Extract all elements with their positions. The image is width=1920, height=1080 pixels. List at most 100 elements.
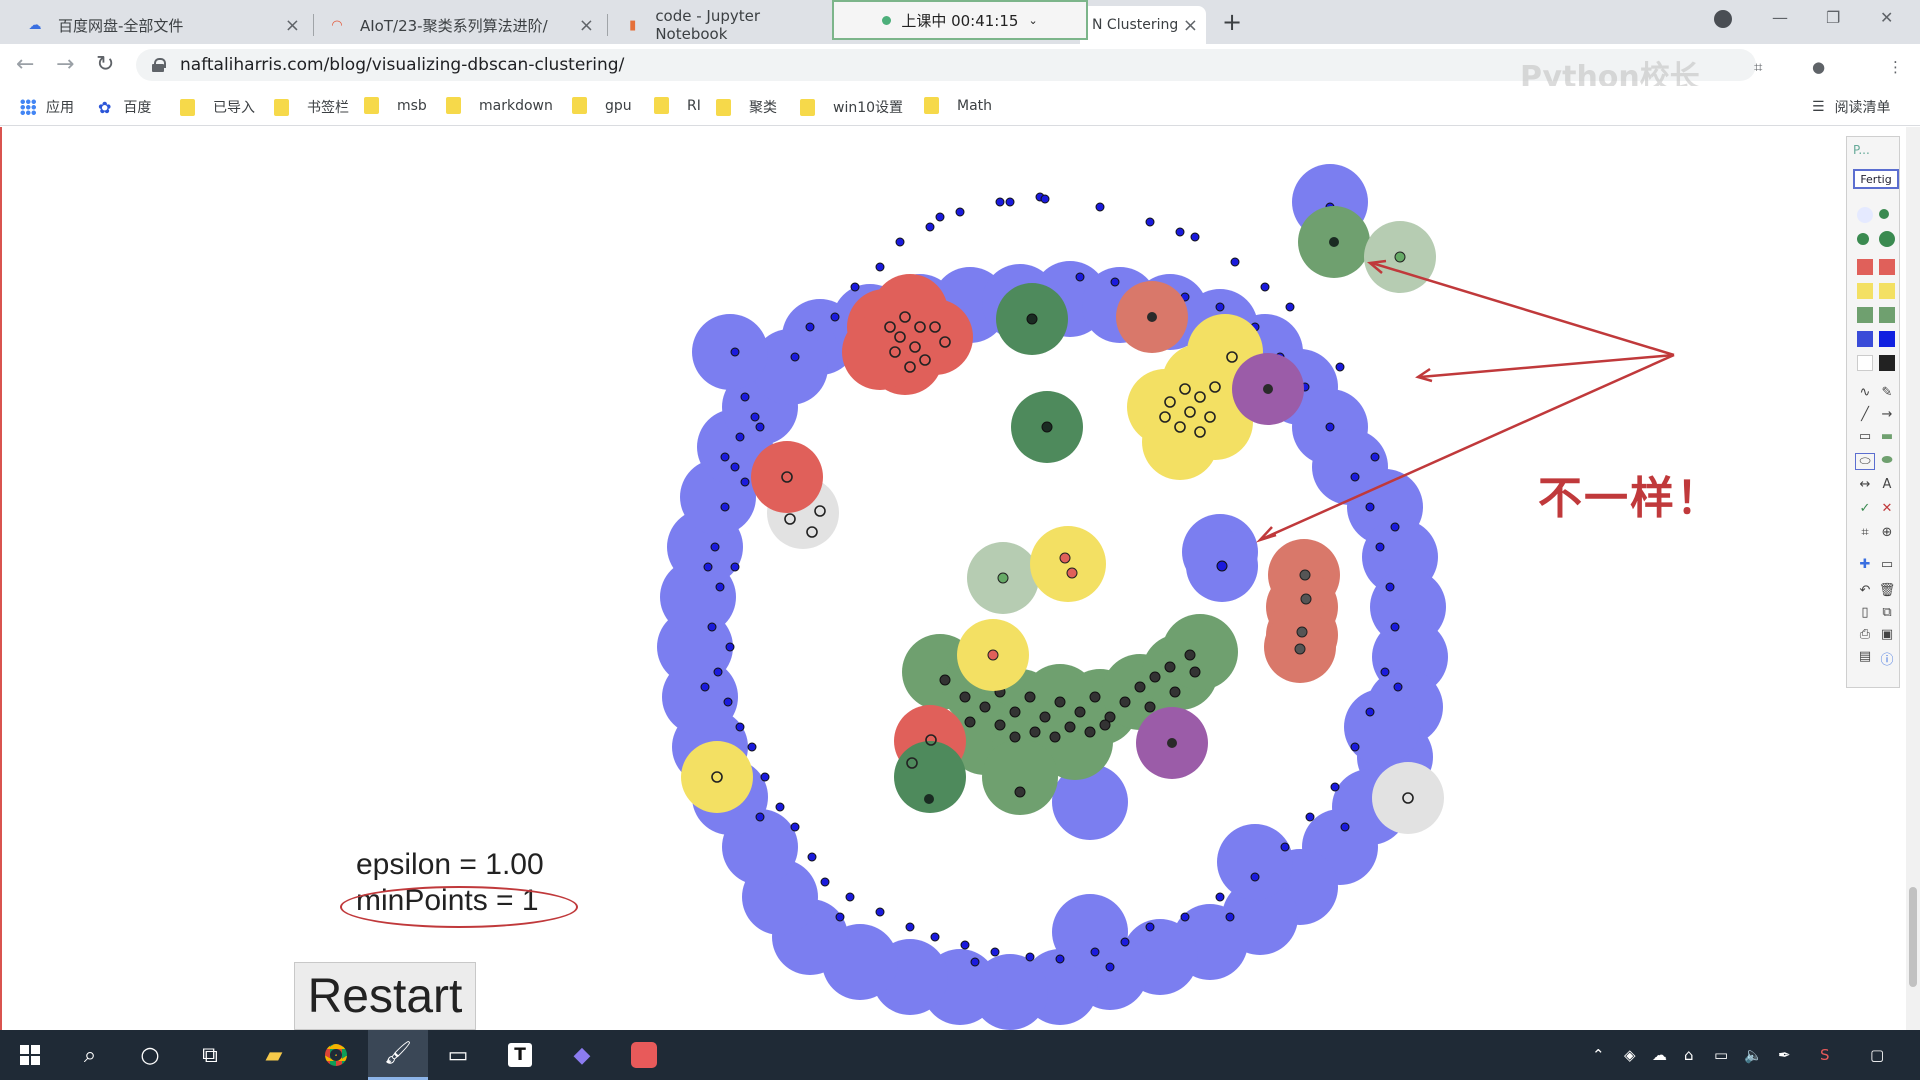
account-icon[interactable]: ● xyxy=(1812,58,1825,76)
medium-dot-icon[interactable] xyxy=(1857,233,1869,245)
eraser-icon[interactable]: ✎ xyxy=(1877,385,1897,400)
rectangle-icon[interactable]: ▭ xyxy=(1855,429,1875,444)
tab-baidu-cloud[interactable]: ☁ 百度网盘-全部文件 × xyxy=(14,6,314,44)
copy-icon[interactable]: ⧉ xyxy=(1877,605,1897,620)
move-icon[interactable]: ✚ xyxy=(1855,557,1875,572)
translate-icon[interactable]: ⌗ xyxy=(1754,58,1762,76)
baidu-paw-icon: ✿ xyxy=(98,97,112,117)
bookmark-apps[interactable]: 应用 xyxy=(20,97,74,117)
task-view-icon[interactable]: ⧉ xyxy=(180,1030,240,1080)
cortana-icon[interactable]: ○ xyxy=(120,1030,180,1080)
screenshot-icon[interactable]: ▤ xyxy=(1855,649,1875,664)
bookmark-folder[interactable]: RI xyxy=(654,97,701,114)
text-tool-icon[interactable]: A xyxy=(1877,477,1897,492)
cluster-salmon-right xyxy=(1264,539,1340,683)
ime-icon[interactable]: S xyxy=(1820,1046,1830,1064)
volume-icon[interactable]: 🔈 xyxy=(1744,1046,1763,1064)
ellipse-icon[interactable]: ⬭ xyxy=(1855,453,1875,470)
restart-button[interactable]: Restart xyxy=(294,962,476,1030)
typora-icon[interactable]: T xyxy=(490,1030,550,1080)
crop-icon[interactable]: ⌗ xyxy=(1855,525,1875,540)
close-window-icon[interactable]: ✕ xyxy=(1880,8,1893,27)
trash-icon[interactable]: 🗑 xyxy=(1877,583,1897,598)
tab-aiot[interactable]: ◠ AIoT/23-聚类系列算法进阶/ × xyxy=(316,6,608,44)
zoom-icon[interactable]: ⊕ xyxy=(1877,525,1897,540)
filled-ellipse-icon[interactable]: ⬬ xyxy=(1877,453,1897,468)
menu-dots-icon[interactable]: ⋮ xyxy=(1888,58,1903,76)
green-pen-icon[interactable] xyxy=(1857,307,1873,323)
white-color-icon[interactable] xyxy=(1857,355,1873,371)
notifications-icon[interactable]: ▢ xyxy=(1870,1046,1884,1064)
save-icon[interactable]: ▣ xyxy=(1877,627,1897,642)
dot-tool-icon[interactable] xyxy=(1879,209,1889,219)
filled-rect-icon[interactable]: ▬ xyxy=(1877,429,1897,444)
bookmark-folder[interactable]: 聚类 xyxy=(716,97,777,117)
arrow-icon[interactable]: → xyxy=(1877,407,1897,422)
minimize-icon[interactable]: — xyxy=(1772,8,1788,27)
recording-dot-icon xyxy=(882,15,892,25)
undo-icon[interactable]: ↶ xyxy=(1855,583,1875,598)
pen-icon[interactable]: ✒ xyxy=(1778,1046,1791,1064)
start-icon[interactable] xyxy=(0,1030,60,1080)
pdf-icon[interactable] xyxy=(614,1030,674,1080)
yellow-pen-icon[interactable] xyxy=(1857,283,1873,299)
done-button[interactable]: Fertig xyxy=(1853,169,1899,189)
maximize-icon[interactable]: ❐ xyxy=(1826,8,1840,27)
search-icon[interactable]: ⌕ xyxy=(60,1030,120,1080)
red-color-icon[interactable] xyxy=(1879,259,1895,275)
tray-chevron-icon[interactable]: ⌃ xyxy=(1592,1046,1605,1064)
bookmark-label: 应用 xyxy=(46,100,74,116)
class-timer[interactable]: 上课中 00:41:15 ⌄ xyxy=(832,0,1088,40)
close-icon[interactable]: × xyxy=(285,15,300,36)
bookmark-folder[interactable]: gpu xyxy=(572,97,632,114)
video-icon[interactable]: ◆ xyxy=(552,1030,612,1080)
minus-icon[interactable]: ▭ xyxy=(1877,557,1897,572)
new-page-icon[interactable]: ▯ xyxy=(1855,605,1875,620)
paint-icon[interactable]: 🖌 xyxy=(368,1030,428,1080)
new-tab-button[interactable]: + xyxy=(1222,8,1242,36)
chrome-icon[interactable] xyxy=(306,1030,366,1080)
bookmark-folder[interactable]: Math xyxy=(924,97,992,114)
red-pen-icon[interactable] xyxy=(1857,259,1873,275)
usb-icon[interactable]: ⌂ xyxy=(1684,1046,1694,1064)
terminal-icon[interactable]: ▭ xyxy=(428,1030,488,1080)
large-dot-icon[interactable] xyxy=(1879,231,1895,247)
small-dot-tool-icon[interactable] xyxy=(1857,207,1873,223)
green-color-icon[interactable] xyxy=(1879,307,1895,323)
double-arrow-icon[interactable]: ↔ xyxy=(1855,477,1875,492)
close-icon[interactable]: × xyxy=(579,15,594,36)
cross-icon[interactable]: ✕ xyxy=(1877,501,1897,516)
check-icon[interactable]: ✓ xyxy=(1855,501,1875,516)
tab-clustering[interactable]: N Clustering × xyxy=(1080,6,1206,44)
yellow-color-icon[interactable] xyxy=(1879,283,1895,299)
chevron-down-icon[interactable]: ⌄ xyxy=(1028,14,1037,27)
black-color-icon[interactable] xyxy=(1879,355,1895,371)
freehand-icon[interactable]: ∿ xyxy=(1855,385,1875,400)
tab-jupyter[interactable]: ▮ code - Jupyter Notebook xyxy=(612,6,842,44)
close-icon[interactable]: × xyxy=(1183,15,1198,36)
blue-color-icon[interactable] xyxy=(1879,331,1895,347)
bookmark-folder[interactable]: markdown xyxy=(446,97,553,114)
reload-icon[interactable]: ↻ xyxy=(96,52,114,77)
blue-pen-icon[interactable] xyxy=(1857,331,1873,347)
page-scrollbar[interactable] xyxy=(1906,127,1920,1030)
file-explorer-icon[interactable]: ▰ xyxy=(244,1030,304,1080)
reading-list[interactable]: ☰ 阅读清单 xyxy=(1812,97,1891,117)
bookmark-folder[interactable]: 书签栏 xyxy=(274,97,349,117)
forward-icon[interactable]: → xyxy=(56,52,74,77)
url-field[interactable]: naftaliharris.com/blog/visualizing-dbsca… xyxy=(136,49,1756,81)
bookmark-folder[interactable]: win10设置 xyxy=(800,97,903,117)
scrollbar-thumb[interactable] xyxy=(1909,887,1917,987)
cloud-icon[interactable]: ☁ xyxy=(1652,1046,1667,1064)
bookmark-folder[interactable]: 已导入 xyxy=(180,97,255,117)
print-icon[interactable]: ⎙ xyxy=(1855,627,1875,642)
bookmark-folder[interactable]: msb xyxy=(364,97,427,114)
tray-app-icon[interactable]: ◈ xyxy=(1624,1046,1636,1064)
bookmark-baidu[interactable]: ✿ 百度 xyxy=(98,97,151,117)
dbscan-canvas[interactable] xyxy=(0,127,1840,1030)
info-icon[interactable]: ⓘ xyxy=(1877,649,1897,668)
line-icon[interactable]: ╱ xyxy=(1855,407,1875,422)
back-icon[interactable]: ← xyxy=(16,52,34,77)
profile-icon[interactable] xyxy=(1714,10,1732,28)
network-icon[interactable]: ▭ xyxy=(1714,1046,1728,1064)
